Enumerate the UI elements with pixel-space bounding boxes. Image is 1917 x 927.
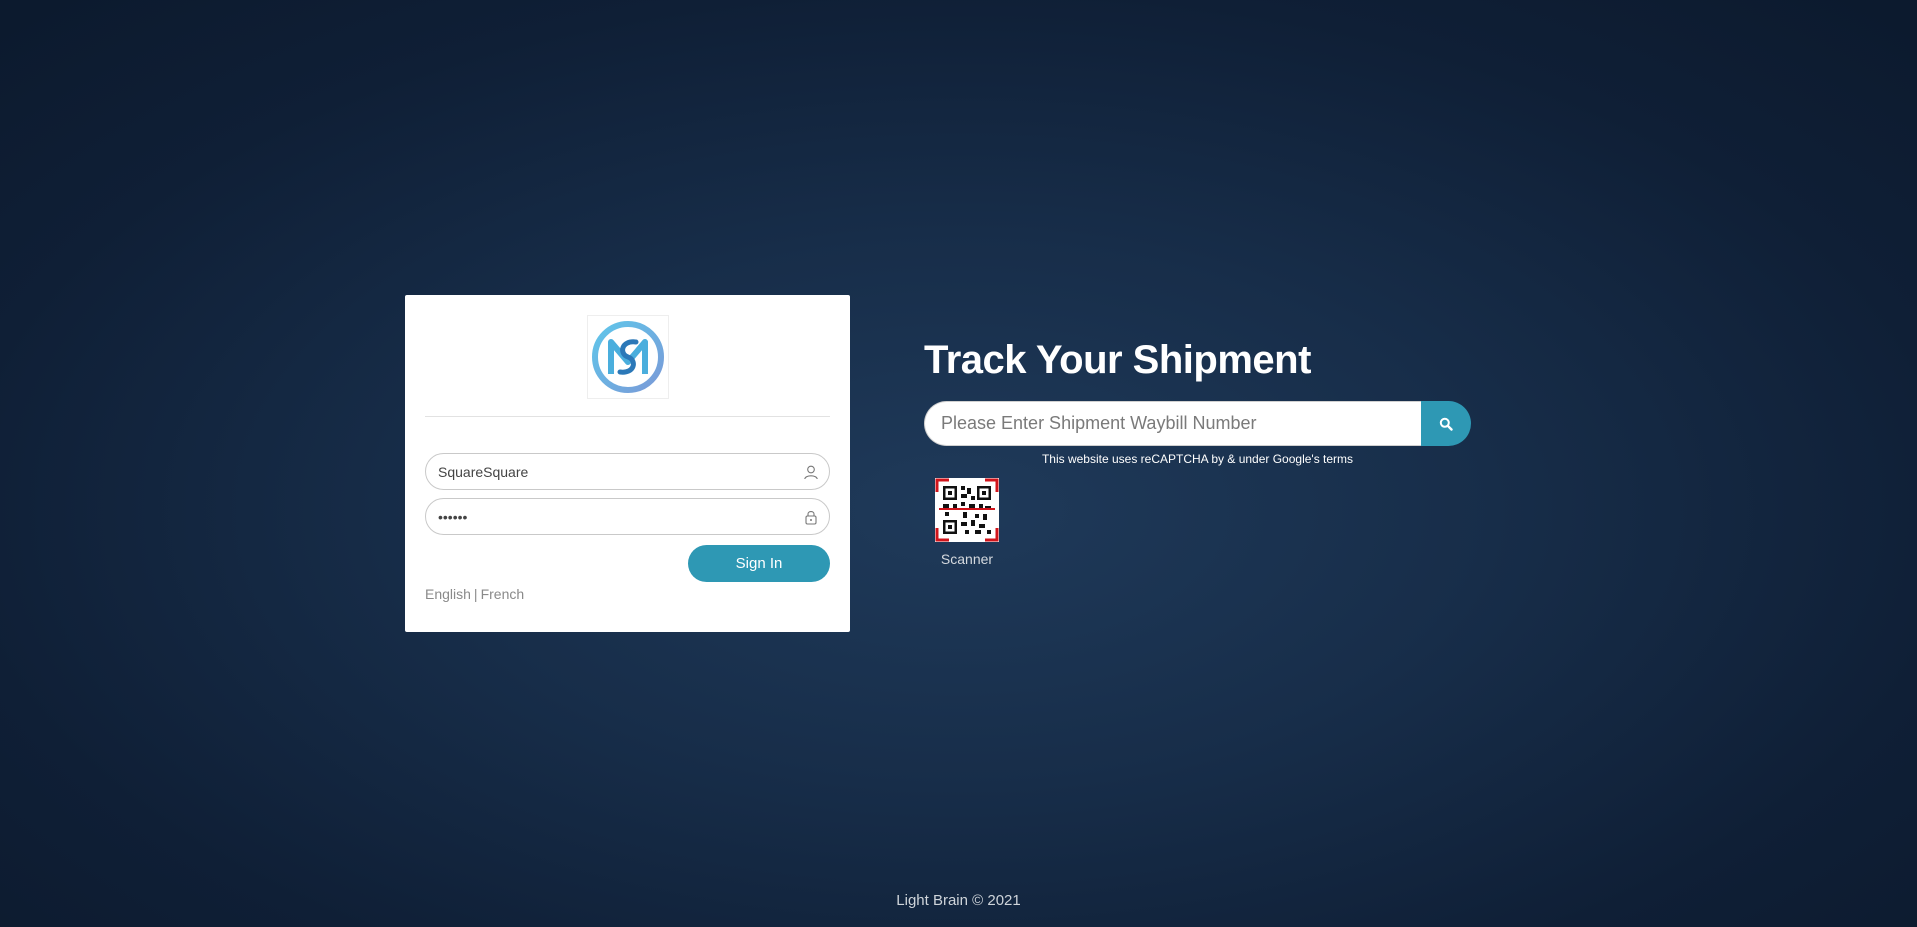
recaptcha-note: This website uses reCAPTCHA by & under G…	[1041, 452, 1354, 466]
language-french-link[interactable]: French	[481, 586, 525, 602]
waybill-input[interactable]	[924, 401, 1421, 446]
track-search-bar	[924, 401, 1471, 446]
username-input[interactable]	[426, 456, 818, 487]
login-card: Sign In English|French	[405, 295, 850, 632]
track-search-button[interactable]	[1421, 401, 1471, 446]
username-field	[425, 453, 830, 490]
language-separator: |	[473, 586, 478, 602]
scanner-label: Scanner	[940, 551, 994, 567]
sm-logo-icon	[591, 321, 664, 393]
search-icon	[1439, 417, 1453, 431]
brand-logo	[586, 315, 669, 399]
language-switcher: English | French	[425, 586, 830, 602]
footer-copyright: Light Brain © 2021	[896, 892, 1021, 909]
lock-icon	[805, 511, 817, 525]
password-field	[425, 498, 830, 535]
card-divider	[425, 416, 830, 417]
user-icon	[804, 465, 818, 480]
language-english-link[interactable]: English	[425, 586, 471, 602]
scanner-button[interactable]: Scanner	[934, 478, 1000, 567]
qr-code-icon	[935, 478, 999, 542]
signin-row: Sign In	[425, 545, 830, 582]
sign-in-button[interactable]: Sign In	[688, 545, 830, 582]
track-title: Track Your Shipment	[924, 338, 1311, 382]
password-input[interactable]	[426, 501, 818, 532]
